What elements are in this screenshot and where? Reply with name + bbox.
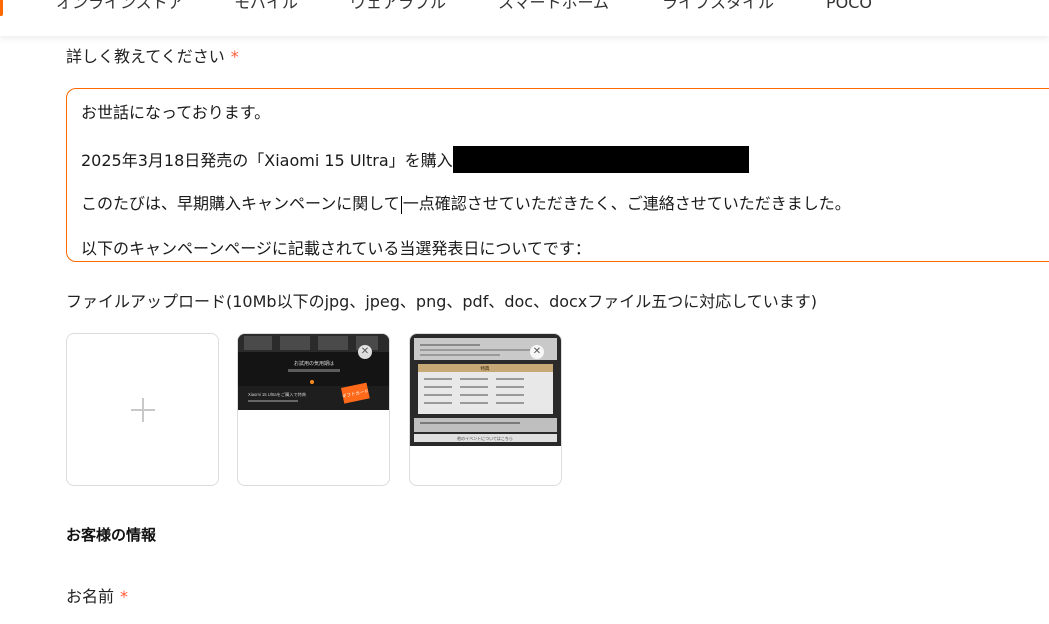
text-caret [400,195,402,214]
top-navigation: オンラインストア モバイル ウェアラブル スマートホーム ライフスタイル POC… [0,0,1049,36]
thumb-1-mini-text: お試用の気用期は [294,360,334,367]
details-line: 2025年3月18日発売の「Xiaomi 15 Ultra」を購入 [81,146,749,175]
thumb-2-mini-text: 他のイベントについてはこちら [457,435,513,441]
required-mark: * [120,587,129,606]
thumb-1-mini-text: Xiaomi 15 Ultraをご購入で特典 [248,391,306,398]
name-label-text: お名前 [66,587,115,606]
uploaded-image-2[interactable]: 特典 他のイベントについてはこちら ✕ [409,333,562,486]
required-mark: * [230,47,239,66]
file-upload-label: ファイルアップロード(10Mb以下のjpg、jpeg、png、pdf、doc、d… [66,292,818,311]
details-line-text: このたびは、早期購入キャンペーンに関して [81,194,400,213]
details-line: このたびは、早期購入キャンペーンに関して 一点確認させていただきたく、ご連絡させて… [81,193,851,215]
add-file-button[interactable] [66,333,219,486]
nav-item-wearable[interactable]: ウェアラブル [350,0,446,14]
thumb-2-mini-text: 特典 [481,365,490,372]
redaction-block [452,146,749,173]
nav-item-smart-home[interactable]: スマートホーム [498,0,609,14]
details-line-text: 2025年3月18日発売の「Xiaomi 15 Ultra」を購入 [81,151,453,170]
details-label-text: 詳しく教えてください [66,47,225,66]
customer-info-title: お客様の情報 [66,526,157,544]
details-textarea[interactable]: お世話になっております。 2025年3月18日発売の「Xiaomi 15 Ult… [66,88,1049,262]
details-label: 詳しく教えてください * [66,46,239,68]
plus-icon [131,398,155,422]
details-line: 以下のキャンペーンページに記載されている当選発表日についてです： [81,239,591,258]
brand-logo-edge[interactable] [0,0,3,16]
uploaded-image-1[interactable]: お試用の気用期は Xiaomi 15 Ultraをご購入で特典 ギフトカード ✕ [237,333,390,486]
details-line-text: 一点確認させていただきたく、ご連絡させていただきました。 [402,194,851,213]
nav-item-lifestyle[interactable]: ライフスタイル [662,0,774,14]
close-icon[interactable]: ✕ [530,345,544,359]
close-icon[interactable]: ✕ [358,345,372,359]
name-label: お名前 * [66,586,128,608]
nav-item-online-store[interactable]: オンラインストア [56,0,184,14]
details-line: お世話になっております。 [81,103,271,122]
nav-item-mobile[interactable]: モバイル [234,0,298,14]
nav-item-poco[interactable]: POCO [826,0,872,14]
